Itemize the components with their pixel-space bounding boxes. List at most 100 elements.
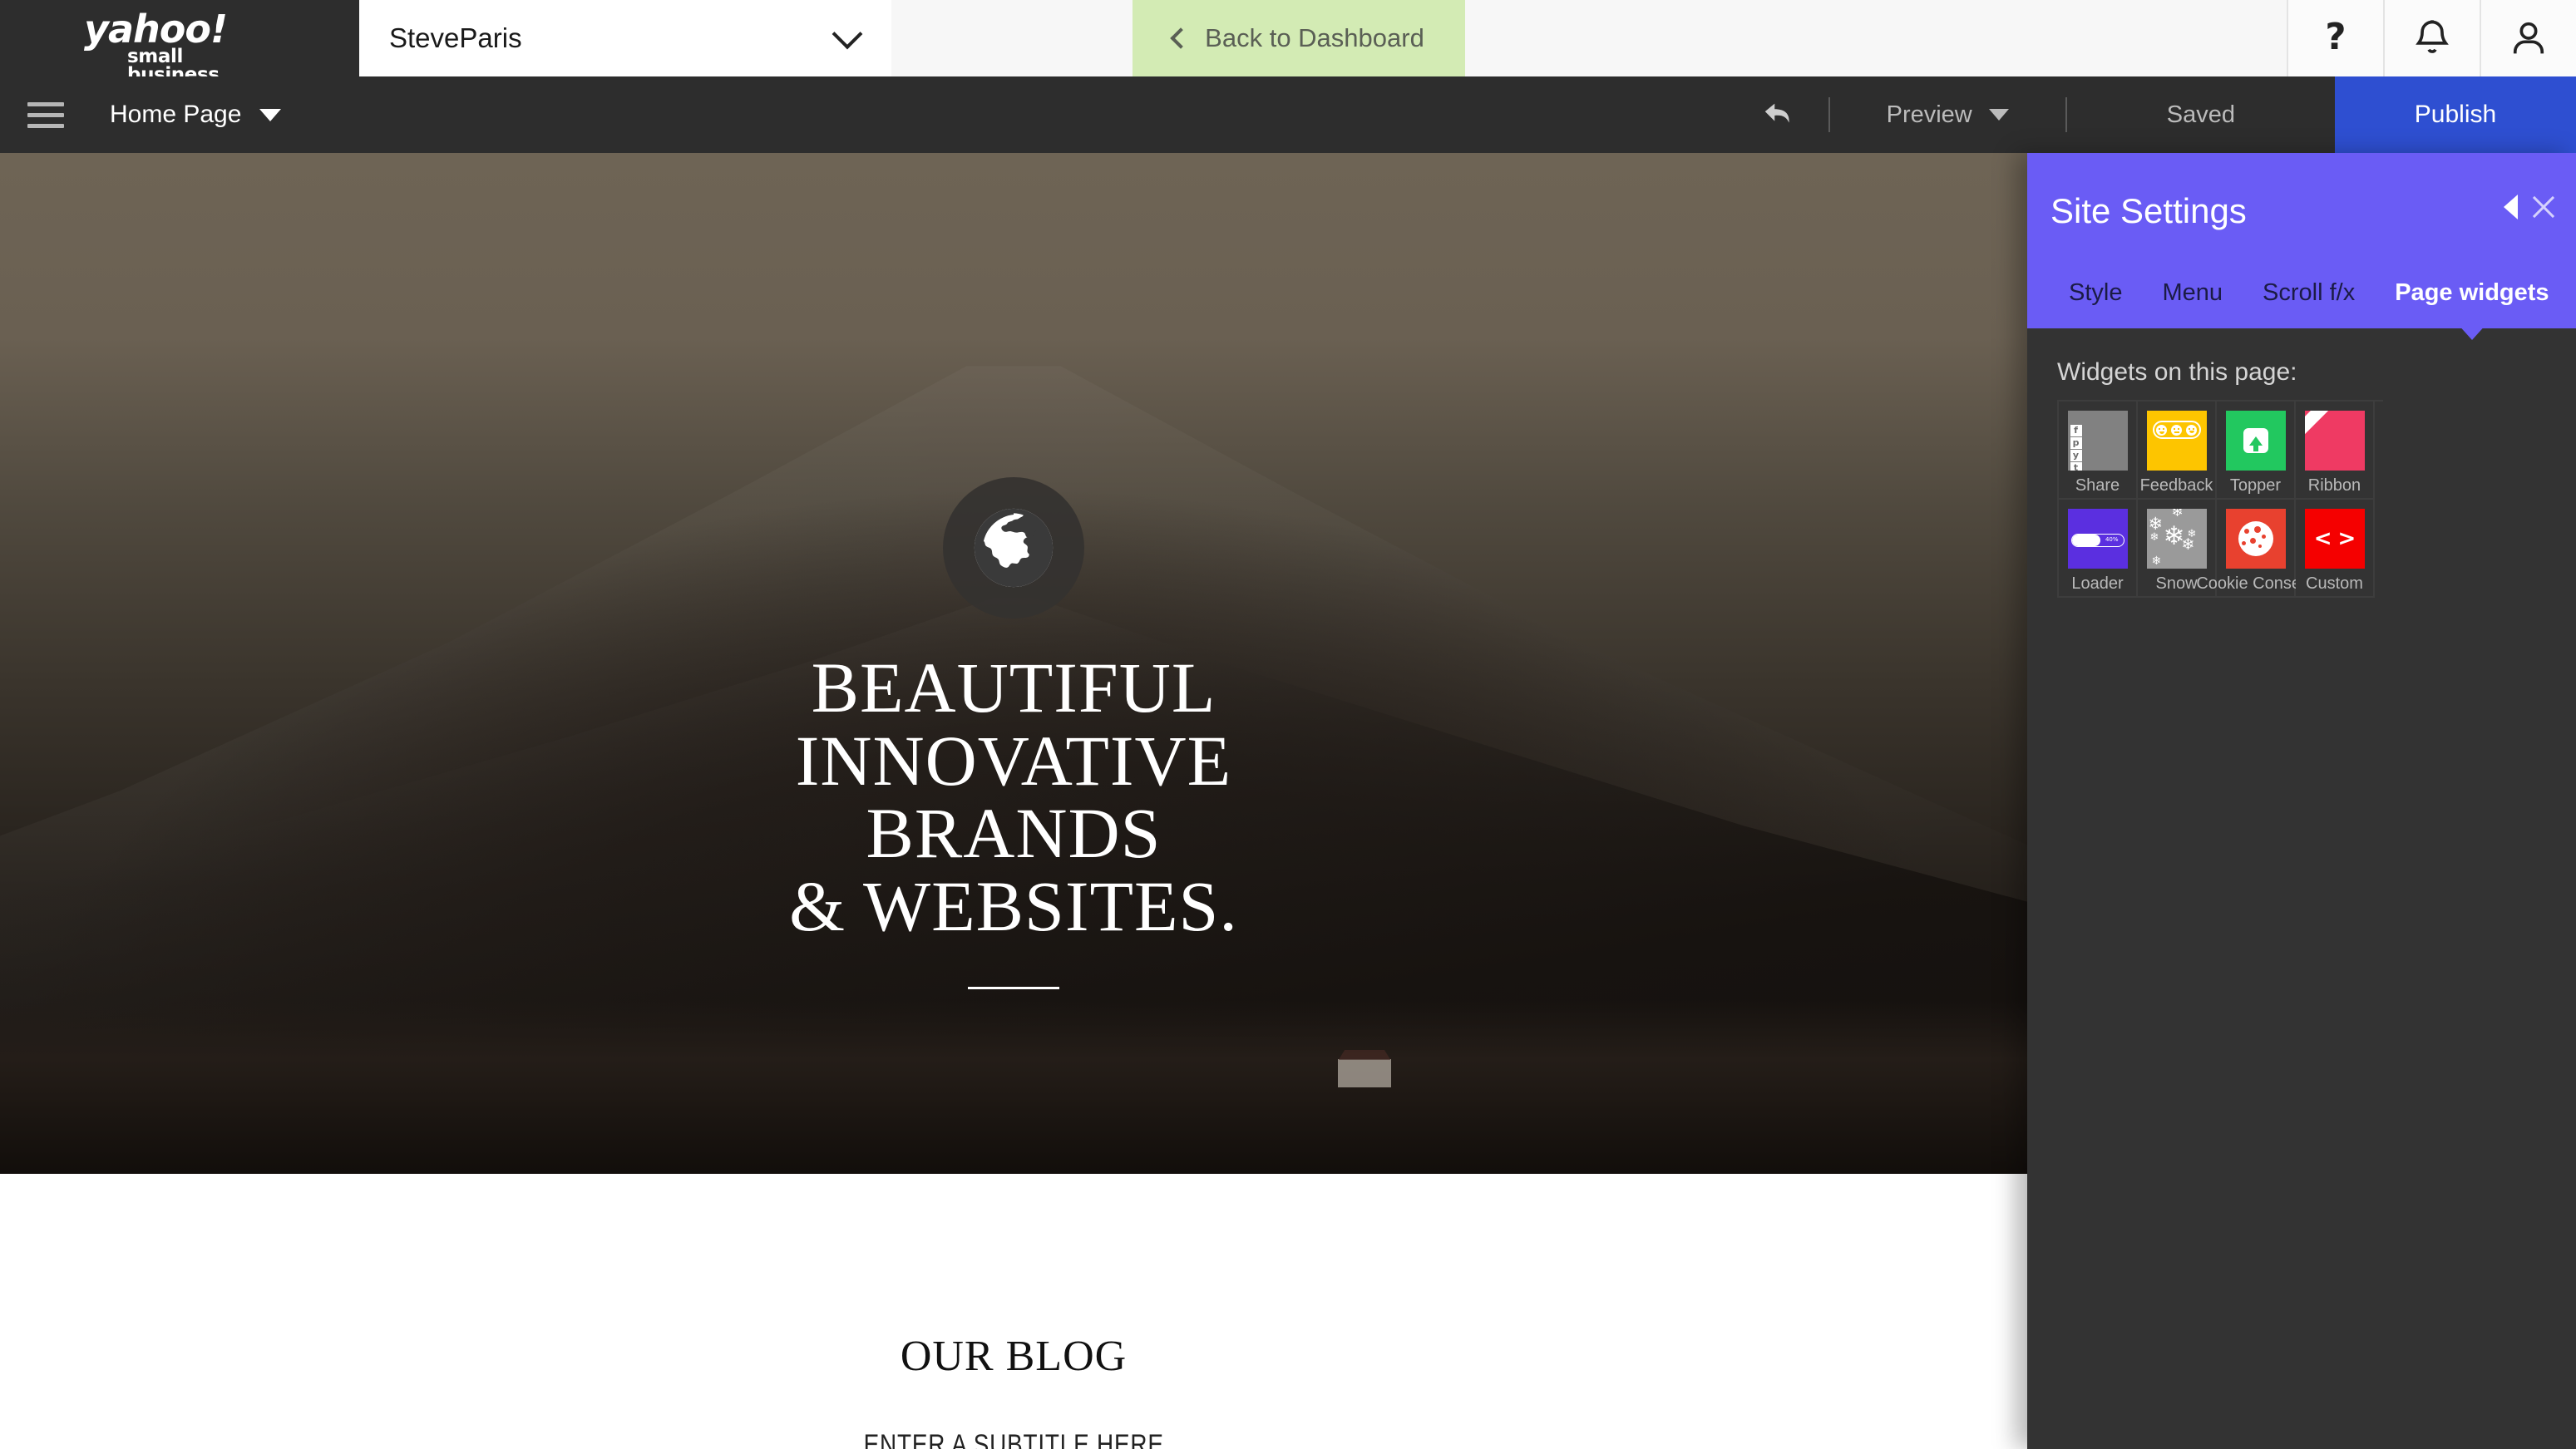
widget-item-custom[interactable]: < > Custom <box>2296 500 2375 598</box>
chevron-down-icon <box>832 18 863 50</box>
tab-scroll-fx[interactable]: Scroll f/x <box>2243 279 2375 307</box>
hero-section[interactable]: BEAUTIFUL INNOVATIVE BRANDS & WEBSITES. <box>0 153 2027 1174</box>
tab-menu[interactable]: Menu <box>2142 279 2243 307</box>
editor-toolbar: Home Page Preview Saved Publish <box>0 76 2576 153</box>
widgets-heading: Widgets on this page: <box>2057 358 2297 386</box>
chevron-down-icon <box>259 108 282 121</box>
snowflake-icon: ❄ <box>2151 554 2162 568</box>
undo-icon <box>1764 103 1789 123</box>
topper-widget-icon <box>2225 411 2286 471</box>
cookie-chip <box>2241 541 2246 545</box>
widget-item-topper[interactable]: Topper <box>2217 402 2296 500</box>
hero-headline-line: & WEBSITES. <box>789 866 1238 947</box>
tab-page-widgets-label: Page widgets <box>2395 278 2549 306</box>
top-bar: yahoo! small business SteveParis Back to… <box>0 0 2576 85</box>
widget-label: Topper <box>2229 476 2282 495</box>
snowflake-icon: ❄ <box>2171 509 2184 520</box>
hero-headline-line: BRANDS <box>866 793 1162 874</box>
undo-button[interactable] <box>1730 96 1828 134</box>
panel-title: Site Settings <box>2050 191 2247 230</box>
back-to-dashboard-button[interactable]: Back to Dashboard <box>1133 0 1465 76</box>
help-icon: ? <box>2325 17 2346 58</box>
widget-item-share[interactable]: f p y t Share <box>2059 402 2138 500</box>
page-selector-label: Home Page <box>110 101 242 128</box>
hero-content: BEAUTIFUL INNOVATIVE BRANDS & WEBSITES. <box>0 153 2027 1174</box>
snowflake-icon: ❄ <box>2149 531 2159 544</box>
facebook-icon: f <box>2070 425 2082 436</box>
site-settings-header: Site Settings Style Menu Scroll f/x Page… <box>2027 153 2576 340</box>
menu-button[interactable] <box>0 101 91 128</box>
site-selector-value: SteveParis <box>389 22 522 53</box>
pinterest-icon: p <box>2070 437 2082 449</box>
snowflake-icon: ❄ <box>2148 514 2164 534</box>
cookie-icon <box>2238 521 2273 556</box>
publish-button[interactable]: Publish <box>2335 76 2576 153</box>
active-tab-pointer <box>2456 323 2487 340</box>
feedback-faces-box <box>2152 421 2201 439</box>
cookie-chip <box>2261 535 2266 539</box>
site-settings-panel: Site Settings Style Menu Scroll f/x Page… <box>2027 153 2576 1449</box>
widget-grid: f p y t Share Feedback Topper Ribbon 40%… <box>2057 400 2383 598</box>
tab-page-widgets[interactable]: Page widgets <box>2375 278 2569 340</box>
twitter-icon: y <box>2070 450 2082 461</box>
save-status: Saved <box>2166 101 2235 128</box>
tumblr-icon: t <box>2070 462 2082 471</box>
chevron-left-icon <box>1170 27 1192 49</box>
widget-item-cookie-consent[interactable]: Cookie Consent <box>2196 500 2315 598</box>
share-widget-icon: f p y t <box>2067 411 2128 471</box>
blog-section[interactable]: OUR BLOG ENTER A SUBTITLE HERE <box>0 1174 2027 1449</box>
widget-label: Feedback <box>2139 476 2213 495</box>
site-selector[interactable]: SteveParis <box>359 0 891 76</box>
site-preview[interactable]: BEAUTIFUL INNOVATIVE BRANDS & WEBSITES. … <box>0 153 2027 1449</box>
happy-face-icon <box>2186 424 2197 436</box>
feedback-widget-icon <box>2146 411 2207 471</box>
widget-label: Custom <box>2306 574 2363 593</box>
custom-code-widget-icon: < > <box>2304 509 2365 569</box>
topper-button-shape <box>2243 428 2268 453</box>
snow-widget-icon: ❄ ❄ ❄ ❄ ❄ ❄ ❄ <box>2146 509 2207 569</box>
back-to-dashboard-label: Back to Dashboard <box>1205 23 1424 52</box>
yahoo-wordmark: yahoo! <box>84 7 228 52</box>
neutral-face-icon <box>2171 424 2182 436</box>
social-icons-stack: f p y t <box>2070 425 2082 471</box>
widget-item-feedback[interactable]: Feedback <box>2138 402 2217 500</box>
notifications-button[interactable] <box>2383 0 2480 76</box>
widget-label: Loader <box>2071 574 2124 593</box>
account-icon <box>2513 22 2544 54</box>
svg-text:?: ? <box>2325 17 2346 58</box>
account-button[interactable] <box>2480 0 2576 76</box>
bell-icon <box>2416 20 2449 53</box>
widget-label: Ribbon <box>2307 476 2361 495</box>
cookie-consent-widget-icon <box>2225 509 2286 569</box>
hamburger-icon-bar <box>27 123 64 128</box>
close-panel-button[interactable] <box>2529 193 2558 221</box>
globe-icon <box>974 508 1054 588</box>
cookie-chip <box>2253 526 2261 533</box>
panel-tabs: Style Menu Scroll f/x Page widgets <box>2027 257 2576 340</box>
topbar-gap <box>891 0 1133 76</box>
widget-label: Snow <box>2155 574 2198 593</box>
widget-item-ribbon[interactable]: Ribbon <box>2296 402 2375 500</box>
help-button[interactable]: ? <box>2287 0 2383 76</box>
site-logo[interactable] <box>943 477 1084 619</box>
blog-subtitle: ENTER A SUBTITLE HERE <box>863 1429 1164 1449</box>
hero-divider <box>968 986 1059 989</box>
yahoo-small-business-logo[interactable]: yahoo! small business <box>0 0 359 85</box>
tab-style[interactable]: Style <box>2049 279 2142 307</box>
topbar-spacer <box>1465 0 2287 76</box>
sad-face-icon <box>2156 424 2167 436</box>
preview-dropdown[interactable]: Preview <box>1830 101 2065 129</box>
hamburger-icon-bar <box>27 101 64 106</box>
cookie-chip <box>2249 538 2256 544</box>
hero-headline-line: INNOVATIVE <box>795 720 1232 801</box>
snowflake-icon: ❄ <box>2181 535 2195 554</box>
widget-label: Share <box>2075 476 2120 495</box>
hamburger-icon-bar <box>27 112 64 117</box>
page-selector[interactable]: Home Page <box>110 101 282 129</box>
chevron-down-icon <box>1988 109 2009 121</box>
collapse-panel-button[interactable] <box>2504 195 2518 219</box>
progress-value: 40% <box>2105 536 2119 543</box>
toolbar-right-group: Preview Saved Publish <box>1730 76 2576 153</box>
widget-item-loader[interactable]: 40% Loader <box>2059 500 2138 598</box>
ribbon-widget-icon <box>2304 411 2365 471</box>
